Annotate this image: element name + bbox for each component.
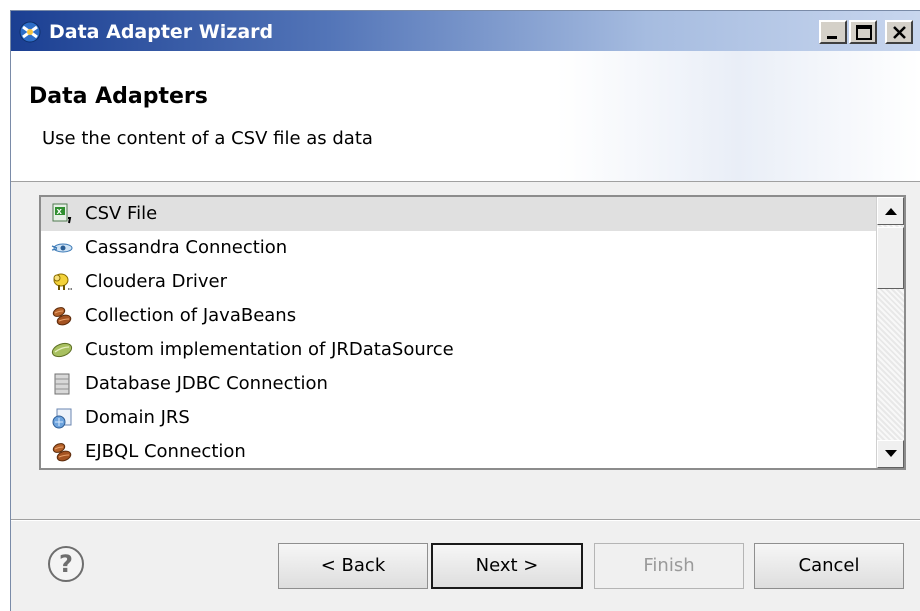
adapter-item-cassandra[interactable]: Cassandra Connection — [41, 231, 876, 265]
title-bar[interactable]: Data Adapter Wizard — [11, 11, 920, 51]
adapter-label: Domain JRS — [85, 407, 190, 428]
svg-text:?: ? — [59, 550, 73, 578]
adapter-label: Custom implementation of JRDataSource — [85, 339, 454, 360]
page-description: Use the content of a CSV file as data — [42, 128, 373, 149]
help-icon: ? — [48, 546, 84, 582]
scroll-down-button[interactable] — [877, 440, 904, 468]
arrow-down-icon — [885, 450, 897, 457]
page-title: Data Adapters — [29, 84, 208, 109]
finish-button[interactable]: Finish — [594, 543, 744, 589]
adapter-label: CSV File — [85, 203, 158, 224]
close-button[interactable] — [885, 20, 913, 44]
help-button[interactable]: ? — [47, 545, 85, 583]
adapter-label: Collection of JavaBeans — [85, 305, 297, 326]
adapter-item-csv-file[interactable]: X CSV File — [41, 197, 876, 231]
adapter-list[interactable]: X CSV File Cassandra Connection Cloudera… — [39, 195, 906, 470]
maximize-button[interactable] — [849, 20, 877, 44]
back-button[interactable]: < Back — [278, 543, 428, 589]
cassandra-eye-icon — [51, 237, 73, 259]
footer-divider — [11, 519, 920, 521]
cloudera-elephant-icon — [51, 271, 73, 293]
adapter-item-javabeans[interactable]: Collection of JavaBeans — [41, 299, 876, 333]
database-icon — [51, 373, 73, 395]
scroll-up-button[interactable] — [877, 197, 904, 225]
bean-icon — [51, 339, 73, 361]
adapter-item-database-jdbc[interactable]: Database JDBC Connection — [41, 367, 876, 401]
next-button[interactable]: Next > — [431, 543, 583, 589]
javabeans-icon — [51, 441, 73, 463]
svg-text:X: X — [57, 208, 63, 216]
adapter-label: EJBQL Connection — [85, 441, 246, 462]
csv-file-icon: X — [51, 203, 73, 225]
adapter-item-ejbql[interactable]: EJBQL Connection — [41, 435, 876, 468]
adapter-item-custom-jrdatasource[interactable]: Custom implementation of JRDataSource — [41, 333, 876, 367]
adapter-item-cloudera[interactable]: Cloudera Driver — [41, 265, 876, 299]
javabeans-icon — [51, 305, 73, 327]
adapter-label: Cassandra Connection — [85, 237, 288, 258]
adapter-label: Cloudera Driver — [85, 271, 228, 292]
adapter-list-items: X CSV File Cassandra Connection Cloudera… — [41, 197, 876, 468]
adapter-item-domain-jrs[interactable]: Domain JRS — [41, 401, 876, 435]
cancel-button[interactable]: Cancel — [754, 543, 904, 589]
data-adapter-app-icon — [19, 21, 41, 43]
domain-jrs-icon — [51, 407, 73, 429]
minimize-button[interactable] — [819, 20, 847, 44]
adapter-label: Database JDBC Connection — [85, 373, 328, 394]
scrollbar-thumb[interactable] — [877, 227, 904, 289]
vertical-scrollbar[interactable] — [876, 197, 904, 468]
window-title: Data Adapter Wizard — [49, 21, 274, 43]
data-adapter-wizard-window: Data Adapter Wizard Data Adapters Use th… — [10, 10, 920, 611]
arrow-up-icon — [885, 208, 897, 215]
wizard-header: Data Adapters Use the content of a CSV f… — [11, 51, 920, 182]
